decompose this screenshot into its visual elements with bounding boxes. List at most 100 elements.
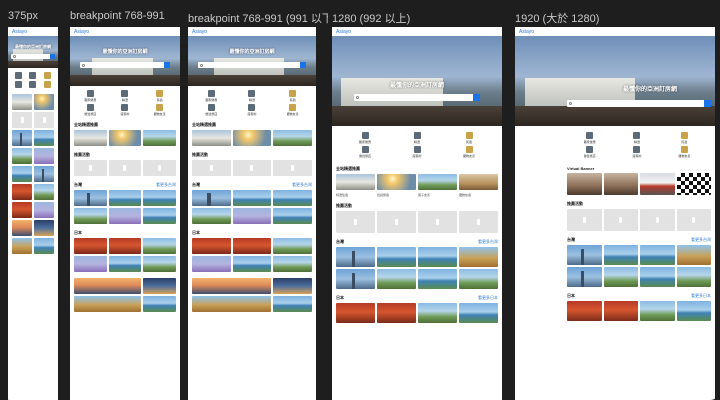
placeholder-tile[interactable] [74,160,107,176]
tile[interactable] [336,269,375,289]
more-link[interactable]: 看更多日本 [478,295,498,301]
category-item[interactable]: 獨家優惠 [74,90,107,102]
tile[interactable] [377,174,416,190]
category-item[interactable]: 獨家優惠 [567,132,612,144]
site-logo[interactable]: Asiayo [192,29,207,35]
placeholder-tile[interactable] [459,211,498,233]
tile[interactable] [192,238,231,254]
tile[interactable] [12,238,32,254]
placeholder-tile[interactable] [192,160,231,176]
category-item[interactable]: 民宿 [273,90,312,102]
tile[interactable] [459,269,498,289]
tile[interactable] [34,166,54,182]
site-logo[interactable]: Asiayo [519,29,534,35]
tile[interactable] [142,296,176,312]
tile[interactable] [567,267,602,287]
tile[interactable] [12,220,32,236]
tile[interactable] [74,130,107,146]
tile[interactable] [232,208,272,224]
tile[interactable] [603,301,638,321]
tile[interactable] [273,256,312,272]
tile[interactable] [143,256,176,272]
tile[interactable] [377,269,416,289]
category-item[interactable]: 優質旅店 [567,146,612,158]
tile[interactable] [676,245,711,265]
tile[interactable] [377,247,416,267]
tile[interactable] [603,245,638,265]
placeholder-tile[interactable] [232,160,272,176]
tile[interactable] [143,238,176,254]
tile[interactable] [567,301,602,321]
tile[interactable] [192,296,271,312]
tile[interactable] [640,245,675,265]
category-item[interactable]: 寵物友善 [273,104,312,116]
tile[interactable] [418,269,457,289]
tile[interactable] [34,220,54,236]
search-input[interactable] [11,54,55,59]
placeholder-tile[interactable] [640,209,675,231]
placeholder-tile[interactable] [418,211,457,233]
category-item[interactable]: 民宿 [143,90,176,102]
tile[interactable] [34,94,54,110]
tile[interactable] [418,174,457,190]
tile[interactable] [74,238,107,254]
search-button[interactable] [300,62,306,68]
tile[interactable] [272,296,312,312]
category-item[interactable]: 寵物友善 [143,104,176,116]
tile[interactable] [34,148,54,164]
tile[interactable] [640,301,675,321]
tile[interactable] [192,208,231,224]
tile[interactable] [108,256,142,272]
placeholder-tile[interactable] [336,211,375,233]
search-button[interactable] [50,54,55,59]
more-link[interactable]: 看更多台灣 [478,239,498,245]
tile[interactable] [459,303,498,323]
tile[interactable] [12,94,32,110]
tile[interactable] [12,148,32,164]
tile[interactable] [272,278,312,294]
tile[interactable] [336,174,375,190]
tile[interactable] [12,184,32,200]
placeholder-tile[interactable] [603,209,638,231]
tile[interactable] [143,190,176,206]
category-item[interactable]: 精選 [392,132,442,144]
category-item[interactable]: 優質旅店 [192,104,231,116]
tile[interactable] [143,208,176,224]
tile[interactable] [377,303,416,323]
search-button[interactable] [473,94,480,101]
tile[interactable] [108,190,142,206]
category-item[interactable]: 度假村 [233,104,272,116]
search-button[interactable] [704,100,711,107]
tile[interactable] [12,202,32,218]
tile[interactable] [567,173,602,195]
category-item[interactable] [27,81,40,88]
category-item[interactable]: 寵物友善 [662,146,707,158]
tile[interactable] [640,173,675,195]
category-item[interactable]: 精選 [614,132,659,144]
tile[interactable] [640,267,675,287]
category-item[interactable]: 優質旅店 [74,104,107,116]
tile[interactable] [273,190,312,206]
tile[interactable] [192,256,231,272]
tile[interactable] [74,296,141,312]
more-link[interactable]: 看更多台灣 [691,237,711,243]
tile[interactable] [74,208,107,224]
tile[interactable] [273,130,312,146]
category-item[interactable]: 度假村 [614,146,659,158]
tile[interactable] [232,256,272,272]
tile[interactable] [12,130,32,146]
search-input[interactable] [198,62,306,68]
tile[interactable] [676,173,711,195]
tile[interactable] [273,238,312,254]
tile[interactable] [192,130,231,146]
placeholder-tile[interactable] [34,112,54,128]
tile[interactable] [12,166,32,182]
tile[interactable] [142,278,176,294]
tile[interactable] [232,190,272,206]
site-logo[interactable]: Asiayo [336,29,351,35]
more-link[interactable]: 看更多台灣 [292,182,312,188]
category-item[interactable] [12,81,25,88]
placeholder-tile[interactable] [676,209,711,231]
category-item[interactable] [12,72,25,79]
category-item[interactable] [27,72,40,79]
